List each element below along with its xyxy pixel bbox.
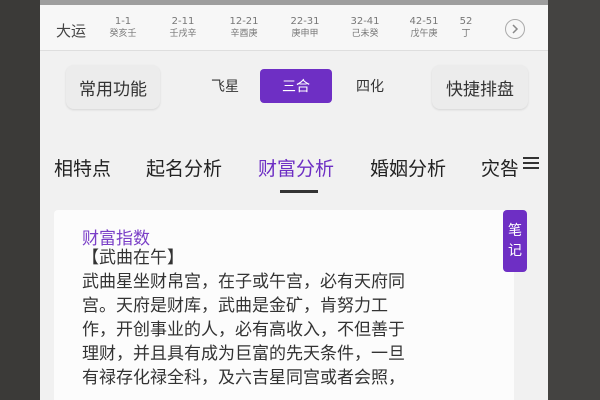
dayun-ganzhi: 辛酉庚 xyxy=(230,29,258,39)
content-body: 【武曲在午】 武曲星坐财帛宫，在子或午宫，必有天府同 宫。天府是财库，武曲是金矿… xyxy=(82,246,492,390)
segment-feixing[interactable]: 飞星 xyxy=(188,69,262,103)
tab-bar: 相特点 起名分析 财富分析 婚姻分析 灾咎 xyxy=(40,146,548,196)
dayun-cell[interactable]: 1-1 癸亥壬 xyxy=(95,16,151,40)
menu-lines-icon xyxy=(523,157,539,169)
dayun-label: 大运 xyxy=(56,22,87,40)
dayun-strip: 大运 1-1 癸亥壬 2-11 壬戌辛 12-21 辛酉庚 22-31 庚申甲 … xyxy=(40,0,548,51)
content-line: 理财，并且具有成为巨富的先天条件，一旦 xyxy=(82,344,405,364)
content-subtitle: 【武曲在午】 xyxy=(82,248,184,268)
dayun-ganzhi: 戊午庚 xyxy=(410,29,438,39)
note-button[interactable]: 笔 记 xyxy=(503,210,527,272)
app-screen: 大运 1-1 癸亥壬 2-11 壬戌辛 12-21 辛酉庚 22-31 庚申甲 … xyxy=(40,0,548,400)
tab-marriage-analysis[interactable]: 婚姻分析 xyxy=(370,154,446,181)
content-line: 有禄存化禄全科，及六吉星同宫或者会照， xyxy=(82,368,405,388)
dayun-age: 1-1 xyxy=(114,16,132,27)
common-functions-button[interactable]: 常用功能 xyxy=(66,65,160,109)
dayun-ganzhi: 庚申甲 xyxy=(291,29,319,39)
tab-name-analysis[interactable]: 起名分析 xyxy=(146,154,222,181)
dayun-age: 32-41 xyxy=(350,16,380,27)
screen-edge-left xyxy=(0,0,40,400)
dayun-cell[interactable]: 52 丁 xyxy=(448,16,484,40)
hamburger-menu-icon[interactable] xyxy=(523,154,539,175)
segment-sihua[interactable]: 四化 xyxy=(334,69,406,103)
tab-disaster[interactable]: 灾咎 xyxy=(481,154,519,181)
dayun-ganzhi: 壬戌辛 xyxy=(169,29,197,39)
content-line: 宫。天府是财库，武曲是金矿，肯努力工 xyxy=(82,296,388,316)
active-tab-indicator xyxy=(280,190,318,193)
chevron-right-circle-icon[interactable] xyxy=(505,19,525,39)
content-line: 武曲星坐财帛宫，在子或午宫，必有天府同 xyxy=(82,272,405,292)
dayun-age: 22-31 xyxy=(290,16,320,27)
note-button-char: 记 xyxy=(508,243,522,259)
dayun-cell[interactable]: 22-31 庚申甲 xyxy=(277,16,333,40)
dayun-age: 2-11 xyxy=(171,16,195,27)
dayun-age: 42-51 xyxy=(409,16,439,27)
tab-wealth-analysis[interactable]: 财富分析 xyxy=(258,154,334,181)
strip-top-border xyxy=(40,0,548,5)
dayun-cell[interactable]: 32-41 己未癸 xyxy=(337,16,393,40)
segment-sanhe[interactable]: 三合 xyxy=(260,69,332,103)
content-line: 作，开创事业的人，必有高收入，不但善于 xyxy=(82,320,405,340)
quick-chart-button[interactable]: 快捷排盘 xyxy=(432,65,528,109)
dayun-age: 52 xyxy=(459,16,473,27)
dayun-ganzhi: 己未癸 xyxy=(351,29,379,39)
dayun-ganzhi: 癸亥壬 xyxy=(109,29,137,39)
dayun-age: 12-21 xyxy=(229,16,259,27)
chevron-right-icon xyxy=(512,24,519,34)
screen-edge-right xyxy=(548,0,600,400)
tab-features[interactable]: 相特点 xyxy=(54,154,111,181)
dayun-ganzhi: 丁 xyxy=(461,29,471,39)
note-button-char: 笔 xyxy=(508,223,522,239)
dayun-cell[interactable]: 12-21 辛酉庚 xyxy=(216,16,272,40)
dayun-cell[interactable]: 2-11 壬戌辛 xyxy=(155,16,211,40)
dayun-cell[interactable]: 42-51 戊午庚 xyxy=(396,16,452,40)
